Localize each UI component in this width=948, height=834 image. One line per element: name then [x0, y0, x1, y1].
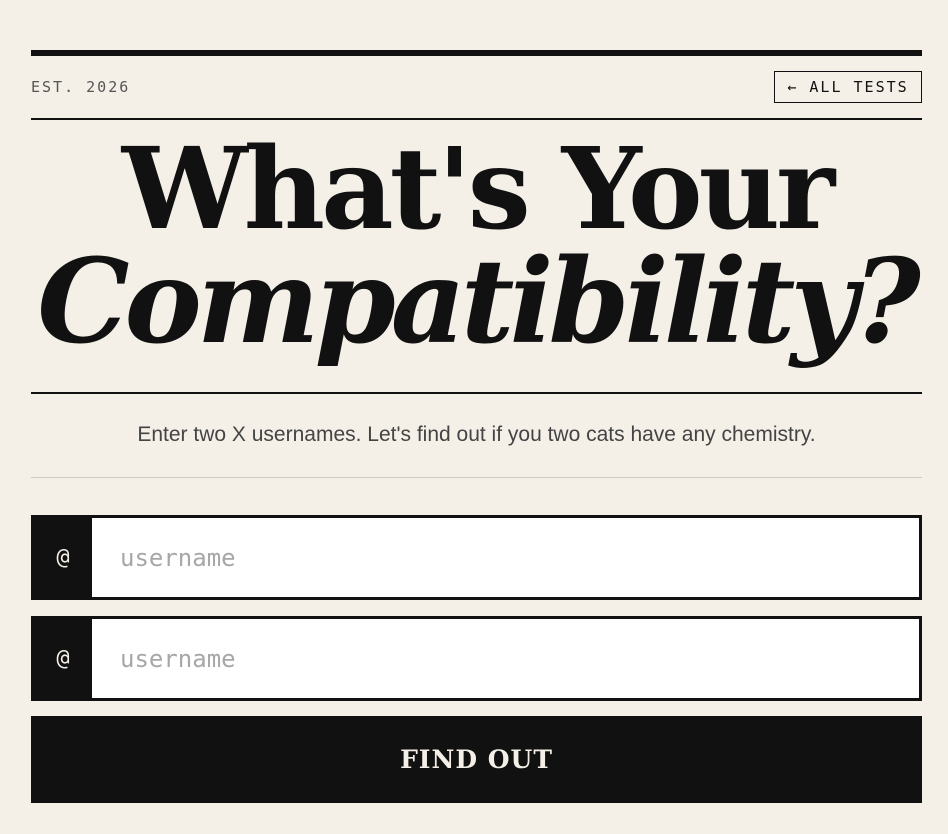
- established-label: EST. 2026: [31, 78, 131, 96]
- title-line-2: Compatibility?: [37, 234, 921, 370]
- at-prefix-2: @: [34, 619, 92, 698]
- subtitle-text: Enter two X usernames. Let's find out if…: [31, 394, 922, 478]
- all-tests-button[interactable]: ← ALL TESTS: [774, 71, 922, 103]
- username-input-2[interactable]: [92, 619, 919, 698]
- username-field-1: @: [31, 515, 922, 600]
- title-line-1: What's Your: [121, 124, 835, 255]
- header-bar: EST. 2026 ← ALL TESTS: [31, 56, 922, 120]
- find-out-button[interactable]: FIND OUT: [31, 716, 922, 803]
- at-prefix-1: @: [34, 518, 92, 597]
- username-input-1[interactable]: [92, 518, 919, 597]
- main-frame: EST. 2026 ← ALL TESTS What's Your Compat…: [31, 50, 922, 803]
- page-title: What's Your Compatibility?: [31, 120, 922, 394]
- username-field-2: @: [31, 616, 922, 701]
